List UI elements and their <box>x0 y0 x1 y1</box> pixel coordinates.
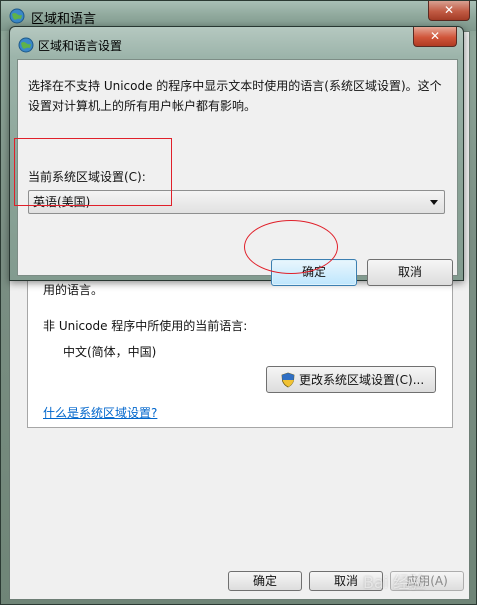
window-title: 区域和语言 <box>31 12 97 27</box>
dialog-description: 选择在不支持 Unicode 的程序中显示文本时使用的语言(系统区域设置)。这个… <box>28 79 442 113</box>
dialog-cancel-button[interactable]: 取消 <box>367 259 453 286</box>
close-button[interactable]: ✕ <box>428 1 470 21</box>
partial-description: 用的语言。 <box>43 283 104 297</box>
change-system-locale-button[interactable]: 更改系统区域设置(C)... <box>266 366 436 393</box>
current-language-label: 非 Unicode 程序中所使用的当前语言: <box>43 319 248 333</box>
watermark: Bai 经验 <box>363 573 426 592</box>
globe-icon <box>9 8 25 24</box>
ok-button[interactable]: 确定 <box>228 571 302 591</box>
current-language-value: 中文(简体，中国) <box>63 345 157 359</box>
dialog-close-button[interactable]: ✕ <box>413 27 457 47</box>
change-system-locale-label: 更改系统区域设置(C)... <box>299 373 425 387</box>
shield-icon <box>281 372 295 387</box>
close-icon: ✕ <box>443 3 455 17</box>
what-is-system-locale-link[interactable]: 什么是系统区域设置? <box>43 404 157 421</box>
close-icon: ✕ <box>429 29 441 43</box>
chevron-down-icon <box>430 200 438 205</box>
annotation-ellipse <box>244 220 338 274</box>
annotation-rectangle <box>14 138 172 206</box>
dialog-title: 区域和语言设置 <box>38 39 123 53</box>
globe-icon <box>18 37 34 53</box>
